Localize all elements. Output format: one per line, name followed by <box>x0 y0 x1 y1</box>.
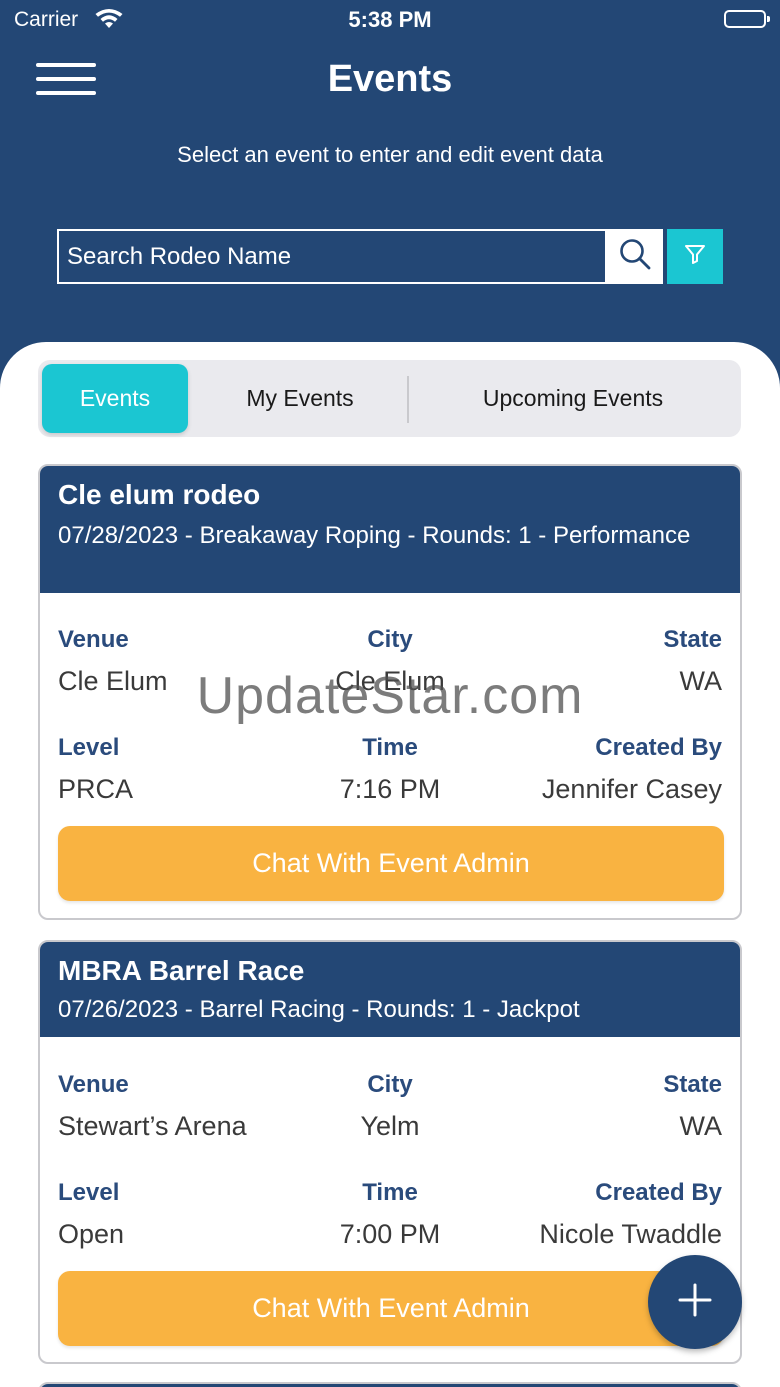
created-by-value: Jennifer Casey <box>541 774 722 804</box>
watermark: UpdateStar.com <box>196 667 584 725</box>
search-box <box>57 229 607 284</box>
event-name: MBRA Barrel Race <box>58 955 305 986</box>
plus-icon <box>677 1282 713 1323</box>
page-subtitle: Select an event to enter and edit event … <box>177 142 603 167</box>
tab-my-events[interactable]: My Events <box>193 364 407 433</box>
state-label: State <box>663 1071 722 1098</box>
event-card[interactable] <box>38 1382 742 1387</box>
tab-events[interactable]: Events <box>42 364 188 433</box>
search-button[interactable] <box>607 229 663 284</box>
created-by-label: Created By <box>595 1179 722 1206</box>
created-by-label: Created By <box>595 734 722 761</box>
event-card-header: Cle elum rodeo 07/28/2023 - Breakaway Ro… <box>40 466 740 593</box>
event-card-header: MBRA Barrel Race 07/26/2023 - Barrel Rac… <box>40 942 740 1037</box>
tab-upcoming-events[interactable]: Upcoming Events <box>409 364 737 433</box>
chat-with-admin-button[interactable]: Chat With Event Admin <box>58 1271 724 1346</box>
city-label: City <box>367 1071 413 1098</box>
content-panel: Events My Events Upcoming Events Cle elu… <box>0 342 780 1387</box>
status-time: 5:38 PM <box>348 7 432 32</box>
page-title: Events <box>327 58 453 100</box>
event-card[interactable]: MBRA Barrel Race 07/26/2023 - Barrel Rac… <box>38 940 742 1364</box>
event-details: 07/26/2023 - Barrel Racing - Rounds: 1 -… <box>58 996 580 1023</box>
add-event-button[interactable] <box>648 1255 742 1349</box>
city-value: Yelm <box>360 1111 420 1141</box>
status-bar: Carrier 5:38 PM <box>0 0 780 40</box>
event-name: Cle elum rodeo <box>58 479 261 510</box>
battery-icon <box>724 10 770 28</box>
filter-button[interactable] <box>667 229 723 284</box>
state-value: WA <box>679 1111 723 1141</box>
search-icon <box>618 237 652 276</box>
search-input[interactable] <box>59 231 605 282</box>
city-label: City <box>367 626 413 653</box>
filter-icon <box>684 243 706 270</box>
chat-with-admin-button[interactable]: Chat With Event Admin <box>58 826 724 901</box>
event-tabs: Events My Events Upcoming Events <box>38 360 741 437</box>
created-by-value: Nicole Twaddle <box>539 1219 722 1249</box>
event-details: 07/28/2023 - Breakaway Roping - Rounds: … <box>58 522 691 549</box>
state-label: State <box>663 626 722 653</box>
